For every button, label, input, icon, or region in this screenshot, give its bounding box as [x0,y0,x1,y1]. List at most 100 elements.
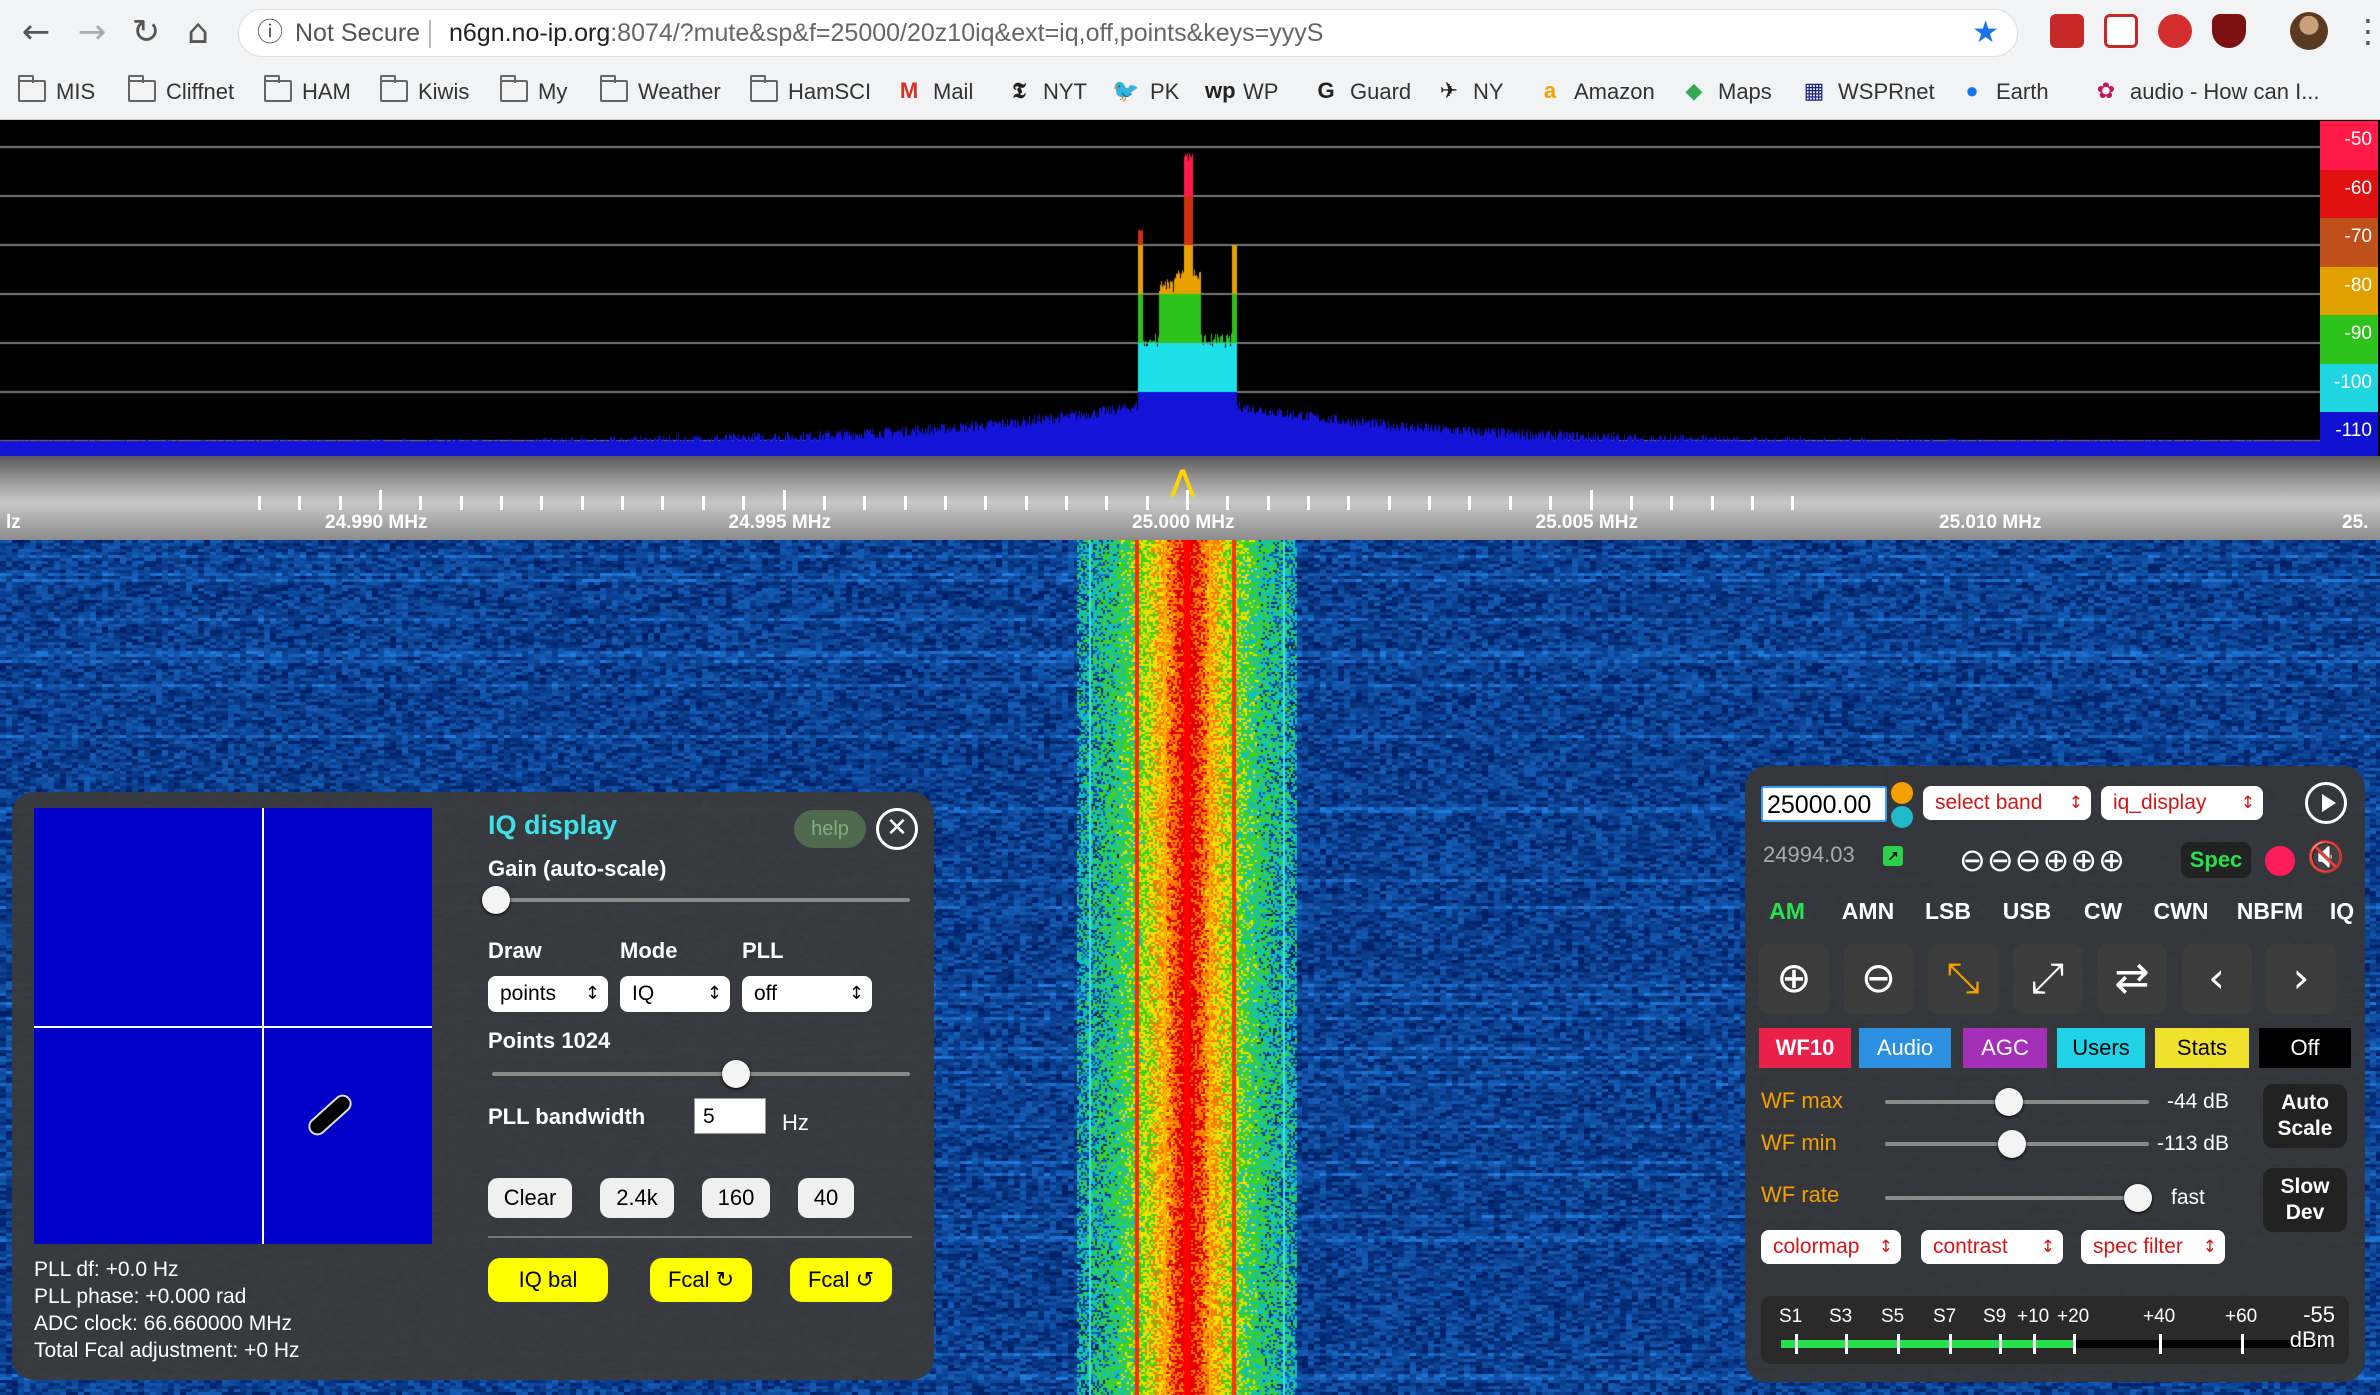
extension-icon-2[interactable] [2104,14,2138,48]
fcal-160-button[interactable]: 160 [702,1178,770,1218]
zoom-to-band-icon[interactable]: ⤡ [1928,944,1998,1014]
extension-icon-3[interactable] [2158,14,2192,48]
colormap-select[interactable]: colormap [1761,1230,1901,1264]
frequency-step-icons[interactable]: ⊖⊖⊖⊕⊕⊕ [1959,842,2126,878]
page-right-icon[interactable]: › [2266,944,2336,1014]
points-slider-track[interactable] [492,1072,910,1076]
record-icon[interactable] [2265,846,2295,876]
mode-usb-button[interactable]: USB [1991,892,2063,930]
frequency-ruler[interactable]: ⋀ lz 24.990 MHz 24.995 MHz 25.000 MHz 25.005… [0,456,2380,540]
gain-slider-thumb[interactable] [482,886,510,914]
help-button[interactable]: help [794,810,866,848]
fcal-counterclockwise-button[interactable]: Fcal ↺ [790,1258,892,1302]
slow-dev-button[interactable]: Slow Dev [2263,1168,2347,1232]
close-icon[interactable]: ✕ [876,808,918,850]
wf-rate-slider-track[interactable] [1885,1196,2149,1200]
bookmark-earth[interactable]: ● Earth [1958,72,2048,112]
bookmark-wp[interactable]: wp WP [1205,72,1278,112]
bookmark-amazon[interactable]: a Amazon [1536,72,1655,112]
zoom-out-icon[interactable]: ⊖ [1843,944,1914,1014]
tab-stats[interactable]: Stats [2155,1028,2249,1068]
contrast-select[interactable]: contrast [1921,1230,2063,1264]
bookmark-mis[interactable]: MIS [18,72,95,112]
mute-icon[interactable]: 🔇 [2307,840,2344,875]
bookmark-hamsci[interactable]: HamSCI [750,72,871,112]
bookmark-weather[interactable]: Weather [600,72,721,112]
mode-nbfm-button[interactable]: NBFM [2227,892,2313,930]
pll-select[interactable]: off [742,976,872,1012]
site-favicon-icon: M [899,78,919,104]
clear-button[interactable]: Clear [488,1178,572,1218]
bookmark-wsprnet[interactable]: ▦ WSPRnet [1800,72,1935,112]
url-text[interactable]: n6gn.no-ip.org:8074/?mute&sp&f=25000/20z… [449,10,1323,56]
tab-audio[interactable]: Audio [1859,1028,1951,1068]
back-arrow-icon[interactable]: ← [16,12,56,52]
spectrum-display[interactable] [0,121,2320,456]
extension-icon-4[interactable] [2212,14,2246,48]
points-slider-thumb[interactable] [722,1060,751,1088]
bookmark-nyt[interactable]: 𝕿 NYT [1005,72,1087,112]
bookmark-pk[interactable]: 🐦 PK [1112,72,1179,112]
frequency-input[interactable]: 25000.00 [1761,786,1887,822]
draw-select[interactable]: points [488,976,608,1012]
bookmark-maps[interactable]: ◆ Maps [1680,72,1772,112]
folder-icon [750,75,778,103]
bookmark-ny[interactable]: ✈ NY [1435,72,1504,112]
mode-select[interactable]: IQ [620,976,730,1012]
iq-balance-button[interactable]: IQ bal [488,1258,608,1302]
profile-avatar[interactable] [2290,12,2328,50]
tab-off[interactable]: Off [2259,1028,2351,1068]
gain-slider-track[interactable] [492,898,910,902]
mode-cw-button[interactable]: CW [2075,892,2131,930]
bookmark-kiwis[interactable]: Kiwis [380,72,469,112]
mode-amn-button[interactable]: AMN [1829,892,1907,930]
swap-icon[interactable]: ⇄ [2097,944,2167,1014]
mode-cwn-button[interactable]: CWN [2145,892,2217,930]
page-left-icon[interactable]: ‹ [2181,944,2252,1014]
passband-marker-icon[interactable]: ⋀ [1170,464,1195,499]
mode-lsb-button[interactable]: LSB [1917,892,1979,930]
mode-iq-button[interactable]: IQ [2323,892,2361,930]
address-bar[interactable]: ⓘ Not Secure n6gn.no-ip.org:8074/?mute&s… [238,9,2018,57]
bookmark-audio-how-can-i[interactable]: ✿ audio - How can I... [2092,72,2320,112]
home-icon[interactable]: ⌂ [178,12,218,52]
bookmark-cliffnet[interactable]: Cliffnet [128,72,234,112]
fcal-2-4k-button[interactable]: 2.4k [600,1178,674,1218]
extension-icon-1[interactable] [2050,14,2084,48]
spec-button[interactable]: Spec [2181,842,2251,878]
wf-rate-slider-thumb[interactable] [2124,1184,2153,1212]
tab-agc[interactable]: AGC [1963,1028,2047,1068]
zoom-in-icon[interactable]: ⊕ [1759,944,1829,1014]
external-link-icon[interactable]: ↗ [1883,846,1903,866]
bookmark-label: WP [1243,79,1279,104]
wf-max-slider-thumb[interactable] [1995,1088,2024,1116]
draw-label: Draw [488,938,542,963]
bookmark-star-icon[interactable]: ★ [1972,10,1999,56]
bookmark-my[interactable]: My [500,72,567,112]
step-up-icon[interactable] [1891,782,1913,804]
bookmark-guard[interactable]: G Guard [1312,72,1411,112]
step-down-icon[interactable] [1891,806,1913,828]
ruler-tick [822,496,826,510]
menu-icon[interactable]: ⋮ [2352,12,2380,50]
tab-users[interactable]: Users [2057,1028,2145,1068]
tab-wf10[interactable]: WF10 [1759,1028,1851,1068]
spec-filter-select[interactable]: spec filter [2081,1230,2225,1264]
auto-scale-button[interactable]: Auto Scale [2263,1084,2347,1148]
wf-min-slider-thumb[interactable] [1997,1130,2026,1158]
mode-am-button[interactable]: AM [1759,892,1815,930]
forward-arrow-icon[interactable]: → [72,12,112,52]
frequency-label: lz [6,512,21,533]
frequency-stepper[interactable] [1891,782,1913,828]
info-icon[interactable]: ⓘ [257,10,283,56]
pll-bandwidth-input[interactable]: 5 [694,1098,766,1134]
fcal-clockwise-button[interactable]: Fcal ↻ [650,1258,752,1302]
bookmark-ham[interactable]: HAM [264,72,351,112]
reload-icon[interactable]: ↻ [126,12,166,52]
bookmark-mail[interactable]: M Mail [895,72,974,112]
zoom-max-icon[interactable]: ⤢ [2012,944,2083,1014]
extension-select[interactable]: iq_display [2101,786,2263,820]
band-select[interactable]: select band [1923,786,2091,820]
fcal-40-button[interactable]: 40 [798,1178,854,1218]
play-icon[interactable] [2305,782,2347,824]
